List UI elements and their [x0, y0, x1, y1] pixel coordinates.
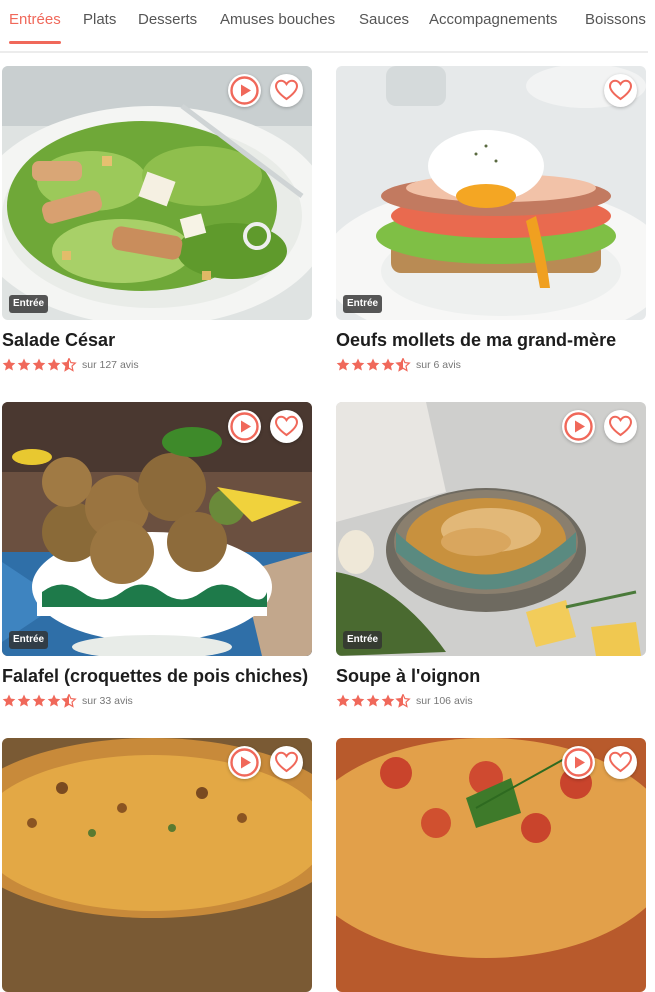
star-icon	[2, 358, 16, 371]
tab-desserts[interactable]: Desserts	[138, 10, 197, 30]
recipe-title[interactable]: Oeufs mollets de ma grand-mère	[336, 329, 655, 351]
category-badge: Entrée	[9, 295, 49, 313]
star-icon	[366, 358, 380, 371]
recipe-photo[interactable]: Entrée	[336, 402, 646, 656]
play-video-button[interactable]	[228, 746, 261, 779]
play-icon	[230, 76, 259, 105]
category-badge: Entrée	[9, 631, 49, 649]
play-icon	[230, 748, 259, 777]
play-icon	[564, 748, 593, 777]
recipe-photo[interactable]	[336, 738, 646, 992]
star-icon	[2, 694, 16, 707]
star-rating	[336, 358, 411, 372]
tab-accompagnements[interactable]: Accompagnements	[429, 10, 557, 30]
recipe-photo[interactable]: Entrée	[2, 402, 312, 656]
recipe-title[interactable]: Falafel (croquettes de pois chiches)	[2, 665, 332, 687]
star-icon	[381, 358, 395, 371]
play-video-button[interactable]	[228, 410, 261, 443]
category-tabs: Entrées Plats Desserts Amuses bouches Sa…	[0, 0, 648, 53]
favorite-button[interactable]	[270, 74, 303, 107]
review-count: sur 33 avis	[82, 695, 133, 707]
star-icon	[32, 358, 46, 371]
favorite-button[interactable]	[604, 410, 637, 443]
heart-icon	[274, 751, 299, 773]
star-icon	[336, 694, 350, 707]
tab-boissons[interactable]: Boissons	[585, 10, 646, 30]
tab-amuses-bouches[interactable]: Amuses bouches	[220, 10, 335, 30]
recipe-title[interactable]: Soupe à l'oignon	[336, 665, 655, 687]
star-icon	[17, 694, 31, 707]
star-icon	[381, 694, 395, 707]
tab-sauces[interactable]: Sauces	[359, 10, 409, 30]
recipe-photo[interactable]	[2, 738, 312, 992]
star-rating	[336, 694, 411, 708]
star-icon	[351, 358, 365, 371]
favorite-button[interactable]	[270, 410, 303, 443]
star-rating	[2, 694, 77, 708]
tab-plats[interactable]: Plats	[83, 10, 116, 30]
star-icon	[336, 358, 350, 371]
play-video-button[interactable]	[562, 746, 595, 779]
active-tab-indicator	[9, 41, 61, 44]
star-icon	[17, 358, 31, 371]
category-badge: Entrée	[343, 295, 383, 313]
heart-icon	[608, 79, 633, 101]
play-video-button[interactable]	[562, 410, 595, 443]
review-count: sur 127 avis	[82, 359, 139, 371]
tab-entrees[interactable]: Entrées	[9, 10, 61, 30]
heart-icon	[608, 751, 633, 773]
heart-icon	[608, 415, 633, 437]
heart-icon	[274, 79, 299, 101]
favorite-button[interactable]	[604, 746, 637, 779]
play-icon	[564, 412, 593, 441]
recipe-photo[interactable]: Entrée	[2, 66, 312, 320]
recipe-title[interactable]: Salade César	[2, 329, 332, 351]
star-icon	[47, 358, 61, 371]
review-count: sur 6 avis	[416, 359, 461, 371]
play-icon	[230, 412, 259, 441]
star-icon	[351, 694, 365, 707]
star-rating	[2, 358, 77, 372]
favorite-button[interactable]	[270, 746, 303, 779]
category-badge: Entrée	[343, 631, 383, 649]
play-video-button[interactable]	[228, 74, 261, 107]
heart-icon	[274, 415, 299, 437]
star-icon	[47, 694, 61, 707]
recipe-photo[interactable]: Entrée	[336, 66, 646, 320]
star-icon	[366, 694, 380, 707]
review-count: sur 106 avis	[416, 695, 473, 707]
star-icon	[32, 694, 46, 707]
favorite-button[interactable]	[604, 74, 637, 107]
